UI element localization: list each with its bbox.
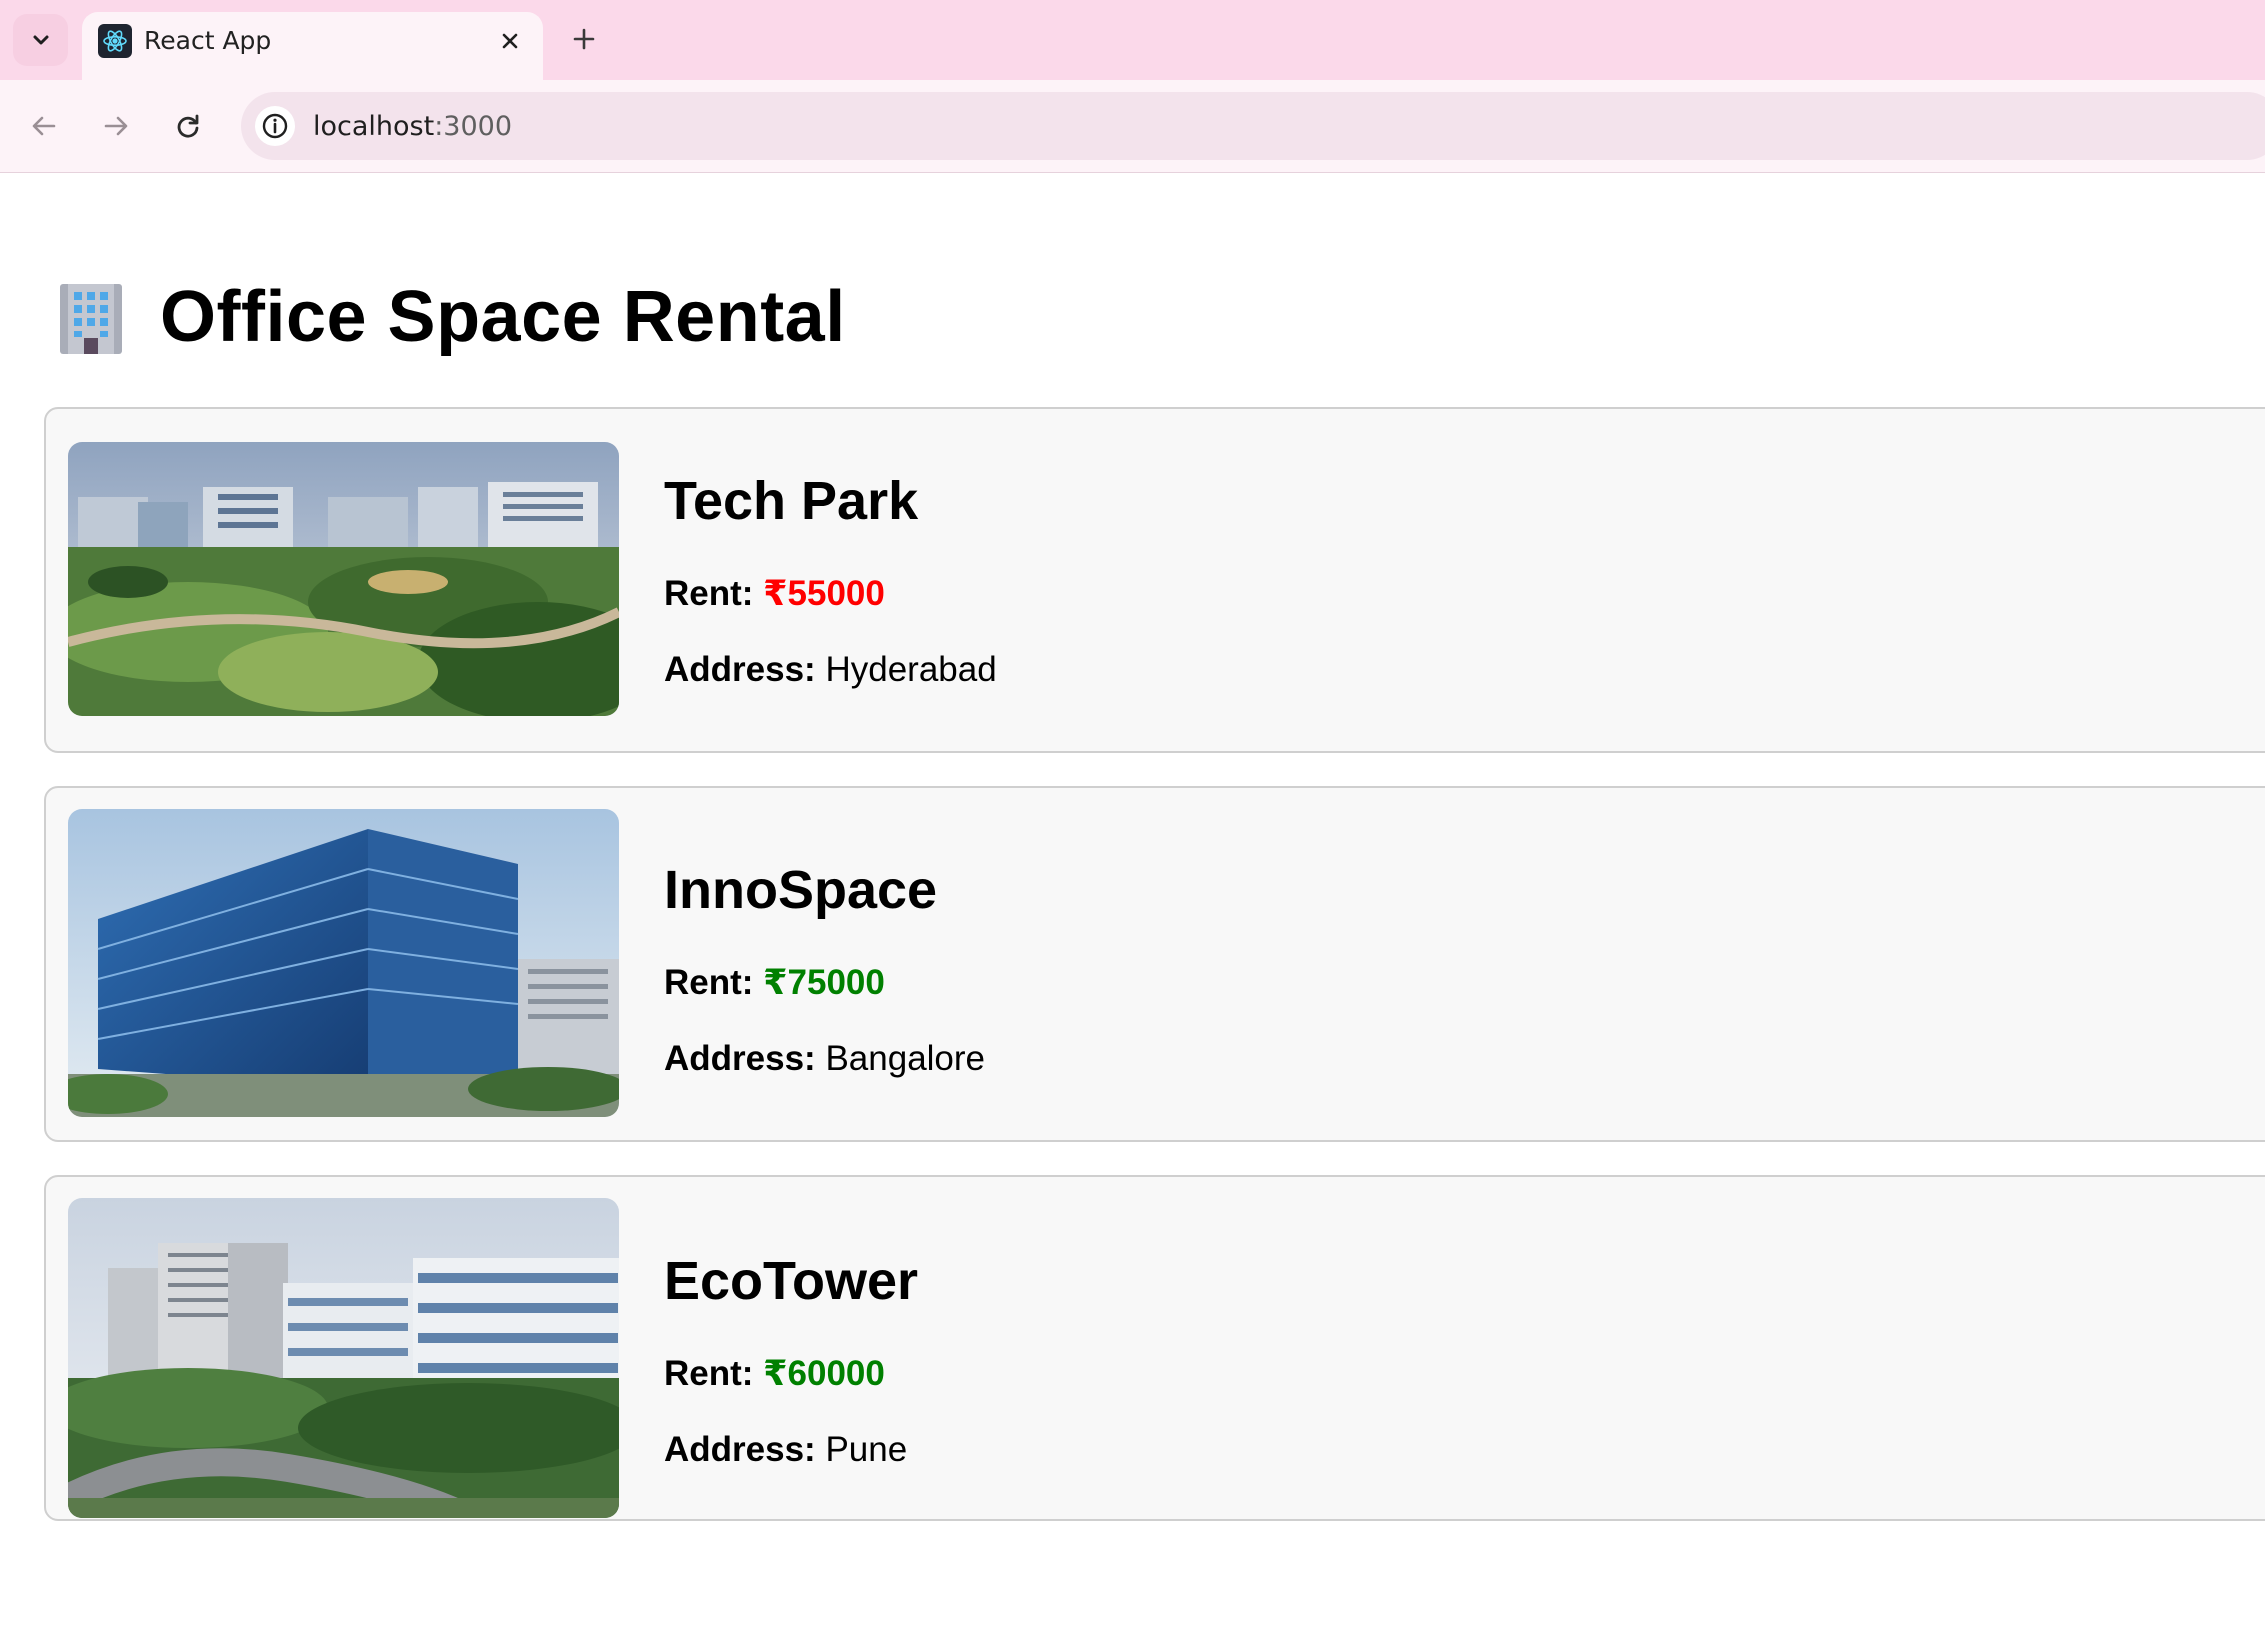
office-card: EcoTower Rent: ₹60000 Address: Pune	[44, 1175, 2265, 1521]
chevron-down-icon	[33, 35, 48, 45]
office-card: Tech Park Rent: ₹55000 Address: Hyderaba…	[44, 407, 2265, 753]
url-host: localhost	[313, 111, 435, 142]
office-name: Tech Park	[664, 471, 919, 531]
office-photo	[68, 442, 619, 716]
tab-strip: React App	[0, 0, 2265, 80]
react-logo-icon	[98, 24, 132, 58]
arrow-right-icon	[104, 116, 128, 136]
office-name: InnoSpace	[664, 860, 938, 920]
page-title: Office Space Rental	[160, 277, 846, 357]
browser-toolbar: localhost:3000	[0, 80, 2265, 173]
browser-tab-active[interactable]: React App	[82, 12, 543, 80]
new-tab-button[interactable]	[565, 20, 603, 58]
rent-value: ₹60000	[763, 1354, 885, 1393]
rent-label: Rent:	[664, 574, 754, 613]
rent-value: ₹75000	[763, 963, 885, 1002]
office-info: InnoSpace Rent: ₹75000 Address: Bangalor…	[664, 858, 985, 1112]
browser-chrome: React App localhost:3000	[0, 0, 2265, 173]
url-text: localhost:3000	[313, 111, 512, 142]
forward-button[interactable]	[94, 104, 138, 148]
page-heading: Office Space Rental	[54, 277, 846, 357]
office-address: Address: Pune	[664, 1427, 918, 1473]
address-value: Pune	[825, 1430, 908, 1469]
url-port: :3000	[434, 111, 513, 142]
office-building-icon	[60, 284, 122, 354]
office-name: EcoTower	[664, 1251, 919, 1311]
info-icon	[262, 113, 288, 139]
arrow-left-icon	[32, 116, 56, 136]
office-address: Address: Bangalore	[664, 1036, 985, 1082]
close-icon	[502, 33, 518, 49]
plus-icon	[573, 28, 595, 50]
tab-title: React App	[144, 26, 272, 55]
office-info: Tech Park Rent: ₹55000 Address: Hyderaba…	[664, 469, 997, 723]
tab-close-button[interactable]	[495, 26, 525, 56]
site-info-button[interactable]	[255, 106, 295, 146]
rent-label: Rent:	[664, 1354, 754, 1393]
tab-search-button[interactable]	[13, 14, 68, 66]
address-label: Address:	[664, 650, 816, 689]
office-info: EcoTower Rent: ₹60000 Address: Pune	[664, 1249, 918, 1503]
office-photo	[68, 1198, 619, 1518]
address-label: Address:	[664, 1430, 816, 1469]
rent-value: ₹55000	[763, 574, 885, 613]
office-rent: Rent: ₹60000	[664, 1351, 918, 1397]
rent-label: Rent:	[664, 963, 754, 1002]
reload-icon	[177, 114, 199, 138]
back-button[interactable]	[22, 104, 66, 148]
office-address: Address: Hyderabad	[664, 647, 997, 693]
office-rent: Rent: ₹55000	[664, 571, 997, 617]
address-value: Hyderabad	[825, 650, 997, 689]
address-label: Address:	[664, 1039, 816, 1078]
reload-button[interactable]	[166, 104, 210, 148]
office-photo	[68, 809, 619, 1117]
address-value: Bangalore	[825, 1039, 986, 1078]
office-card: InnoSpace Rent: ₹75000 Address: Bangalor…	[44, 786, 2265, 1142]
page-content: Office Space Rental Tech Park Rent: ₹550…	[0, 173, 2265, 1634]
address-bar[interactable]: localhost:3000	[241, 92, 2265, 160]
office-rent: Rent: ₹75000	[664, 960, 985, 1006]
